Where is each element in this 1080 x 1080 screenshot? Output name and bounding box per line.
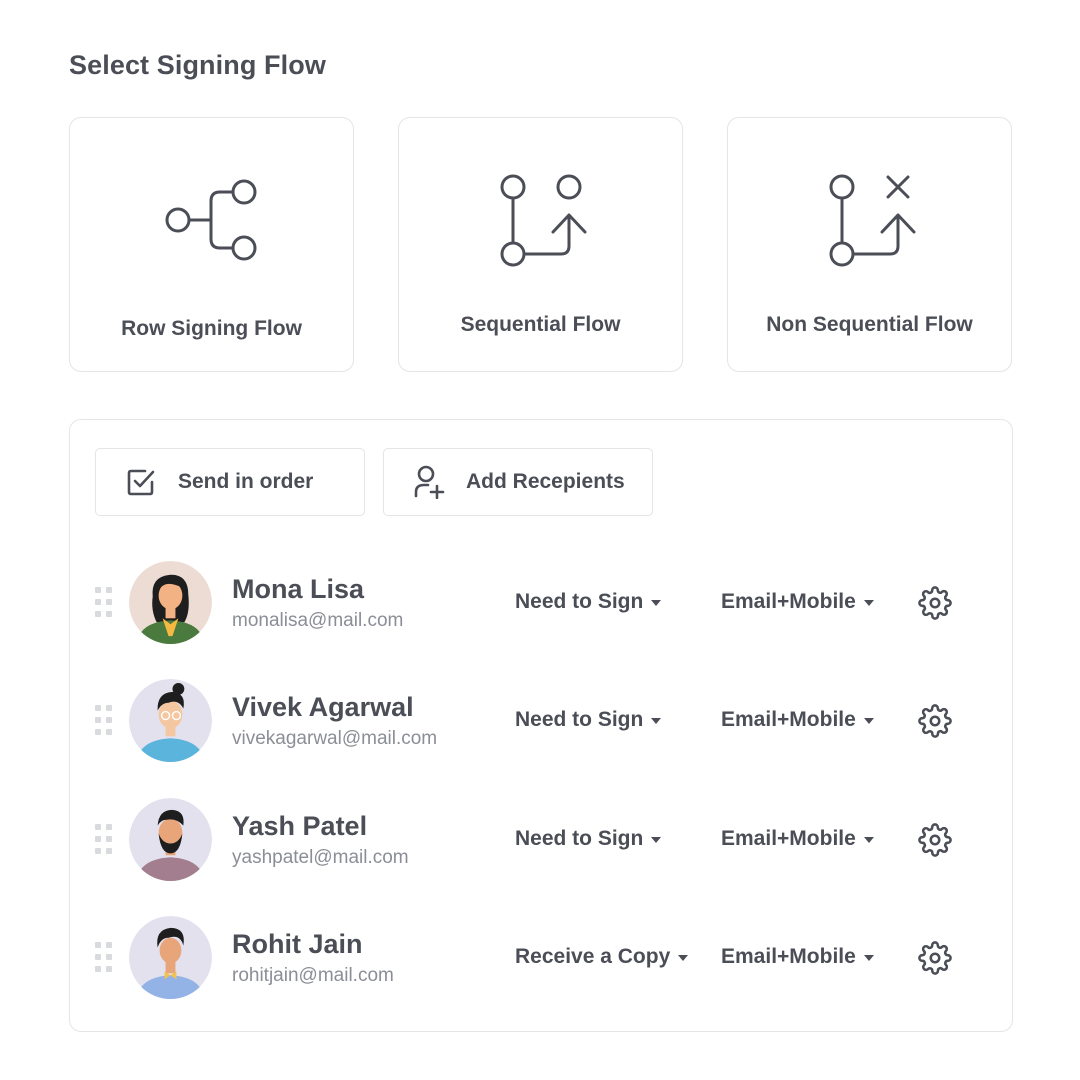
delivery-dropdown[interactable]: Email+Mobile (721, 708, 874, 732)
role-value: Need to Sign (515, 590, 644, 613)
role-dropdown[interactable]: Receive a Copy (515, 945, 689, 969)
branch-flow-icon (165, 179, 257, 261)
recipient-row: Mona Lisa monalisa@mail.com Need to Sign… (70, 560, 1012, 650)
role-value: Need to Sign (515, 708, 644, 731)
delivery-dropdown[interactable]: Email+Mobile (721, 827, 874, 851)
gear-icon[interactable] (918, 704, 952, 738)
delivery-dropdown[interactable]: Email+Mobile (721, 590, 874, 614)
role-dropdown[interactable]: Need to Sign (515, 827, 662, 851)
drag-handle-icon[interactable] (95, 942, 115, 974)
row-signing-flow-card[interactable]: Row Signing Flow (69, 117, 354, 372)
non-sequential-flow-label: Non Sequential Flow (766, 313, 973, 336)
row-signing-flow-label: Row Signing Flow (121, 317, 302, 340)
chevron-down-icon (651, 718, 662, 724)
send-in-order-button[interactable]: Send in order (95, 448, 365, 516)
checkbox-checked-icon (124, 465, 158, 499)
sequential-flow-label: Sequential Flow (460, 313, 621, 336)
avatar (129, 798, 212, 881)
non-sequential-flow-card[interactable]: Non Sequential Flow (727, 117, 1012, 372)
chevron-down-icon (863, 837, 874, 843)
role-value: Receive a Copy (515, 945, 671, 968)
chevron-down-icon (651, 837, 662, 843)
page-title: Select Signing Flow (69, 50, 326, 80)
user-plus-icon (412, 465, 446, 499)
role-dropdown[interactable]: Need to Sign (515, 708, 662, 732)
gear-icon[interactable] (918, 823, 952, 857)
recipient-row: Vivek Agarwal vivekagarwal@mail.com Need… (70, 678, 1012, 768)
delivery-value: Email+Mobile (721, 945, 856, 968)
chevron-down-icon (863, 600, 874, 606)
recipient-email: vivekagarwal@mail.com (232, 728, 438, 749)
role-value: Need to Sign (515, 827, 644, 850)
recipient-name: Yash Patel (232, 811, 368, 841)
recipient-email: rohitjain@mail.com (232, 965, 394, 986)
avatar (129, 561, 212, 644)
recipients-panel: Send in order Add Recepients Mona Lisa m… (69, 419, 1013, 1032)
chevron-down-icon (863, 955, 874, 961)
non-sequential-flow-icon (829, 174, 916, 267)
role-dropdown[interactable]: Need to Sign (515, 590, 662, 614)
chevron-down-icon (863, 718, 874, 724)
delivery-dropdown[interactable]: Email+Mobile (721, 945, 874, 969)
delivery-value: Email+Mobile (721, 590, 856, 613)
chevron-down-icon (651, 600, 662, 606)
drag-handle-icon[interactable] (95, 705, 115, 737)
recipient-name: Mona Lisa (232, 574, 365, 604)
recipient-email: monalisa@mail.com (232, 610, 404, 631)
delivery-value: Email+Mobile (721, 827, 856, 850)
add-recipients-label: Add Recepients (466, 470, 625, 493)
sequential-flow-icon (500, 174, 587, 267)
add-recipients-button[interactable]: Add Recepients (383, 448, 653, 516)
avatar (129, 916, 212, 999)
gear-icon[interactable] (918, 586, 952, 620)
avatar (129, 679, 212, 762)
recipient-row: Yash Patel yashpatel@mail.com Need to Si… (70, 797, 1012, 887)
recipient-email: yashpatel@mail.com (232, 847, 409, 868)
gear-icon[interactable] (918, 941, 952, 975)
drag-handle-icon[interactable] (95, 824, 115, 856)
sequential-flow-card[interactable]: Sequential Flow (398, 117, 683, 372)
send-in-order-label: Send in order (178, 470, 314, 493)
drag-handle-icon[interactable] (95, 587, 115, 619)
chevron-down-icon (678, 955, 689, 961)
recipient-name: Vivek Agarwal (232, 692, 414, 722)
recipient-row: Rohit Jain rohitjain@mail.com Receive a … (70, 915, 1012, 1005)
delivery-value: Email+Mobile (721, 708, 856, 731)
recipient-name: Rohit Jain (232, 929, 363, 959)
